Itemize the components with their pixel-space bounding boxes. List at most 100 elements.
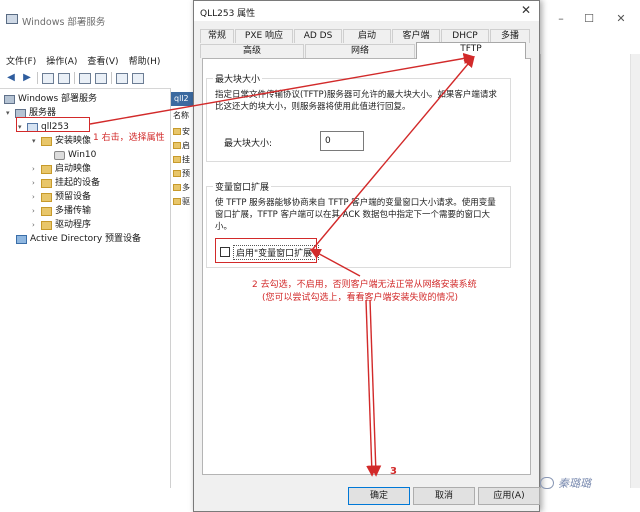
chevron-right-icon[interactable]: › [32, 191, 41, 204]
dialog-title-bar: QLL253 属性 ✕ [194, 1, 539, 21]
tab-advanced[interactable]: 高级 [200, 44, 304, 58]
help-icon[interactable] [116, 72, 128, 84]
tree-item-label: Active Directory 预置设备 [30, 234, 142, 244]
group-legend: 最大块大小 [213, 72, 263, 85]
folder-icon [41, 179, 52, 188]
folder-icon [41, 221, 52, 230]
tree-item-label: 多播传输 [55, 206, 92, 216]
tree-item-label: Win10 [68, 150, 97, 160]
chevron-right-icon[interactable]: › [32, 163, 41, 176]
list-item[interactable]: 启 [173, 140, 193, 151]
chevron-down-icon[interactable]: ▾ [32, 135, 41, 148]
highlight-box-checkbox [215, 238, 317, 263]
tab-boot[interactable]: 启动 [343, 29, 391, 43]
folder-icon [41, 165, 52, 174]
vertical-scrollbar[interactable] [630, 54, 640, 488]
close-icon[interactable]: ✕ [612, 12, 630, 26]
wds-menu-bar: 文件(F) 操作(A) 查看(V) 帮助(H) [0, 54, 190, 68]
tree-item-root[interactable]: Windows 部署服务 [4, 93, 97, 106]
folder-icon [41, 207, 52, 216]
tab-multicast[interactable]: 多播 [490, 29, 530, 43]
apply-button[interactable]: 应用(A) [478, 487, 540, 505]
ok-button[interactable]: 确定 [348, 487, 410, 505]
tree-item-pending-devices[interactable]: › 挂起的设备 [32, 177, 100, 190]
column-header-name[interactable]: 名称 [171, 110, 189, 121]
chevron-right-icon[interactable]: › [32, 205, 41, 218]
tree-item-ad-prestaged[interactable]: Active Directory 预置设备 [16, 233, 141, 246]
list-item[interactable]: 安 [173, 126, 193, 137]
image-group-icon [54, 151, 65, 160]
tree-item-prestaged-devices[interactable]: › 预留设备 [32, 191, 91, 204]
max-block-size-input[interactable]: 0 [320, 131, 364, 151]
list-item[interactable]: 驱 [173, 196, 193, 207]
tree-item-label: 挂起的设备 [55, 178, 101, 188]
tree-item-label: 预留设备 [55, 192, 92, 202]
menu-view[interactable]: 查看(V) [87, 54, 118, 68]
list-item[interactable]: 挂 [173, 154, 193, 165]
details-pane-header: qll2 [171, 92, 193, 106]
description-line: 窗口扩展，TFTP 客户端可以在其 ACK 数据包中指定下一个需要的窗口大 [215, 210, 491, 220]
actions-pane [540, 54, 640, 488]
wechat-logo-icon [540, 477, 554, 489]
list-item[interactable]: 多 [173, 182, 193, 193]
chevron-right-icon[interactable]: › [32, 177, 41, 190]
export-list-icon[interactable] [95, 72, 107, 84]
list-item-label: 多 [182, 183, 190, 192]
wds-root-icon [4, 95, 15, 104]
tab-ad-ds[interactable]: AD DS [294, 29, 342, 43]
menu-action[interactable]: 操作(A) [46, 54, 77, 68]
dialog-close-icon[interactable]: ✕ [521, 3, 531, 17]
tree-item-label: 驱动程序 [55, 220, 92, 230]
description-line: 比这还大的块大小，则服务器将使用此值进行回复。 [215, 102, 411, 112]
tree-item-label: Windows 部署服务 [18, 94, 98, 104]
folder-icon [173, 170, 181, 177]
tab-general[interactable]: 常规 [200, 29, 234, 43]
maximize-icon[interactable]: ☐ [580, 12, 598, 26]
tree-item-install-images[interactable]: ▾ 安装映像 [32, 135, 91, 148]
highlight-box-server [16, 117, 90, 132]
tree-item-label: 启动映像 [55, 164, 92, 174]
chevron-down-icon[interactable]: ▾ [6, 107, 15, 120]
console-tree: Windows 部署服务 ▾ 服务器 ▾ qll253 ▾ 安装映像 Win10… [0, 88, 170, 488]
folder-icon [41, 193, 52, 202]
tab-tftp[interactable]: TFTP [416, 42, 526, 59]
up-folder-icon[interactable] [42, 72, 54, 84]
toolbar-divider [37, 72, 38, 84]
description-line: 指定日常文件传输协议(TFTP)服务器可允许的最大块大小。如果客户端请求 [215, 90, 497, 100]
toolbar-divider [74, 72, 75, 84]
tree-item-win10[interactable]: Win10 [54, 149, 96, 162]
tab-pxe-response[interactable]: PXE 响应 [235, 29, 293, 43]
tree-item-drivers[interactable]: › 驱动程序 [32, 219, 91, 232]
chevron-right-icon[interactable]: › [32, 219, 41, 232]
list-item[interactable]: 预 [173, 168, 193, 179]
list-item-label: 安 [182, 127, 190, 136]
minimize-icon[interactable]: – [552, 12, 570, 26]
tab-dhcp[interactable]: DHCP [441, 29, 489, 43]
properties-dialog: QLL253 属性 ✕ 常规 PXE 响应 AD DS 启动 客户端 DHCP … [193, 0, 540, 512]
tab-client[interactable]: 客户端 [392, 29, 440, 43]
back-arrow-icon[interactable]: ◀ [5, 72, 17, 84]
show-hide-tree-icon[interactable] [58, 72, 70, 84]
refresh-icon[interactable] [79, 72, 91, 84]
folder-icon [173, 184, 181, 191]
max-block-size-label: 最大块大小: [224, 139, 273, 149]
tree-item-multicast[interactable]: › 多播传输 [32, 205, 91, 218]
group-description: 指定日常文件传输协议(TFTP)服务器可允许的最大块大小。如果客户端请求 比这还… [215, 89, 497, 113]
cancel-button[interactable]: 取消 [413, 487, 475, 505]
list-item-label: 挂 [182, 155, 190, 164]
folder-icon [173, 142, 181, 149]
wds-app-icon [6, 14, 18, 24]
tree-item-boot-images[interactable]: › 启动映像 [32, 163, 91, 176]
forward-arrow-icon[interactable]: ▶ [21, 72, 33, 84]
watermark-text: 秦璐璐 [558, 477, 591, 490]
tab-network[interactable]: 网络 [305, 44, 415, 58]
menu-file[interactable]: 文件(F) [6, 54, 36, 68]
folder-icon [173, 156, 181, 163]
properties-icon[interactable] [132, 72, 144, 84]
group-description: 使 TFTP 服务器能够协商来自 TFTP 客户端的变量窗口大小请求。使用变量 … [215, 197, 496, 233]
list-item-label: 驱 [182, 197, 190, 206]
wds-window-title: Windows 部署服务 [22, 17, 106, 28]
description-line: 小。 [215, 222, 233, 232]
menu-help[interactable]: 帮助(H) [129, 54, 161, 68]
watermark: 秦璐璐 [540, 474, 591, 492]
